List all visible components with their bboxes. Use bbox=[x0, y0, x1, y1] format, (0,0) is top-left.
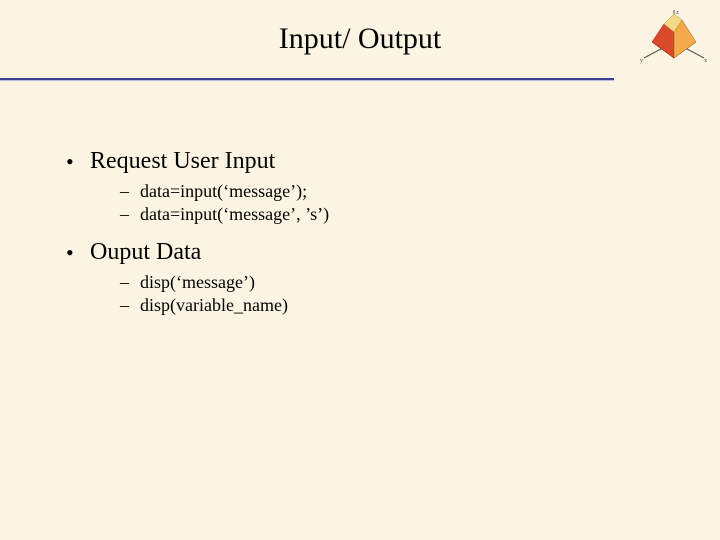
svg-text:y: y bbox=[640, 58, 643, 64]
slide-body: Request User Input data=input(‘message’)… bbox=[62, 148, 660, 330]
sub-bullet-item: disp(variable_name) bbox=[118, 295, 660, 316]
sub-bullet-item: disp(‘message’) bbox=[118, 272, 660, 293]
bullet-label: Ouput Data bbox=[90, 239, 201, 265]
sub-bullet-item: data=input(‘message’, ’s’) bbox=[118, 204, 660, 225]
slide: Input/ Output z x y Request User Input d… bbox=[0, 0, 720, 540]
bullet-list: Request User Input data=input(‘message’)… bbox=[62, 148, 660, 316]
svg-text:z: z bbox=[676, 10, 679, 16]
title-underline bbox=[0, 78, 614, 80]
bullet-label: Request User Input bbox=[90, 148, 275, 174]
bullet-item: Request User Input data=input(‘message’)… bbox=[62, 148, 660, 225]
svg-text:x: x bbox=[704, 58, 707, 64]
matlab-logo-icon: z x y bbox=[634, 6, 714, 78]
slide-title: Input/ Output bbox=[0, 22, 720, 56]
sub-bullet-item: data=input(‘message’); bbox=[118, 181, 660, 202]
sub-bullet-list: disp(‘message’) disp(variable_name) bbox=[90, 272, 660, 316]
bullet-item: Ouput Data disp(‘message’) disp(variable… bbox=[62, 239, 660, 316]
sub-bullet-list: data=input(‘message’); data=input(‘messa… bbox=[90, 181, 660, 225]
